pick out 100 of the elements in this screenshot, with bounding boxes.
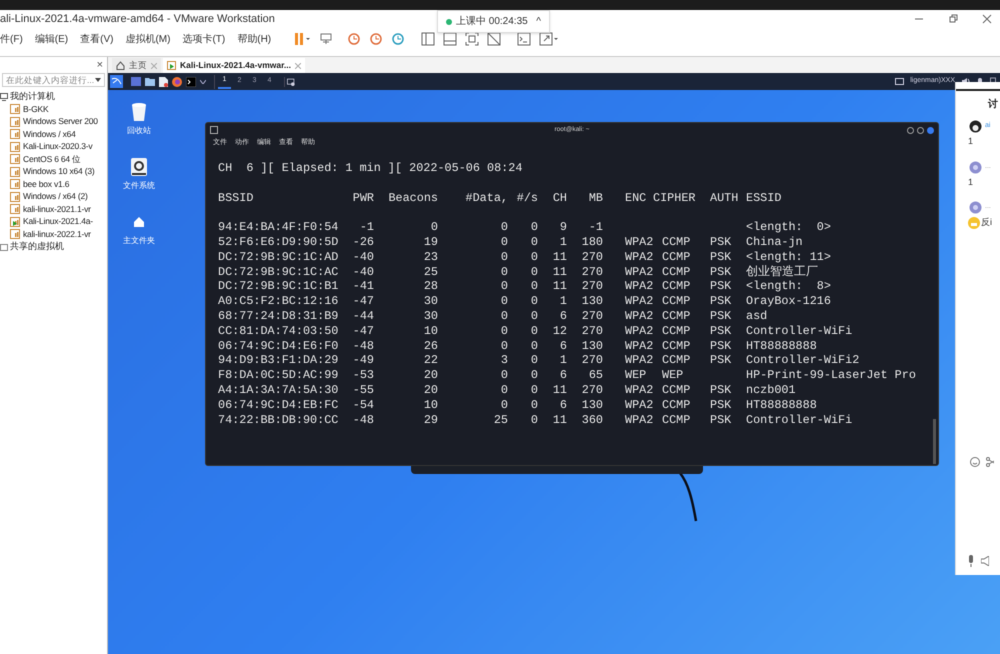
vm-item[interactable]: Windows / x64 <box>23 128 76 141</box>
table-cell-text: 270 <box>580 308 603 324</box>
vm-item[interactable]: kali-linux-2022.1-vr <box>23 228 91 241</box>
microphone-icon[interactable] <box>967 555 975 567</box>
table-cell-text: DC:72:9B:9C:1C:B1 <box>218 279 340 294</box>
terminal-icon[interactable] <box>186 76 196 86</box>
table-cell-text: -41 <box>352 279 374 294</box>
table-cell-text: PSK <box>710 294 732 309</box>
browser-icon[interactable] <box>172 76 182 86</box>
table-cell-text: A0:C5:F2:BC:12:16 <box>218 294 340 309</box>
vm-item[interactable]: Windows Server 200 <box>23 115 98 128</box>
desktop-icon-label[interactable]: 主文件夹 <box>123 235 155 247</box>
column-header: Beacons <box>387 190 438 206</box>
table-cell-text: -49 <box>352 353 374 368</box>
vm-item[interactable]: kali-linux-2021.1-vr <box>23 202 91 216</box>
file-icon[interactable] <box>159 76 168 86</box>
dropdown-caret-icon[interactable] <box>200 80 206 84</box>
maximize-icon[interactable] <box>917 126 924 134</box>
trash-icon[interactable] <box>129 102 149 122</box>
tree-item[interactable]: 我的计算机 <box>10 90 55 104</box>
table-cell-text: 0 <box>500 368 508 383</box>
menu-item[interactable]: 帮助(H) <box>237 32 272 46</box>
table-cell-text: A4:1A:3A:7A:5A:30 <box>218 382 340 398</box>
menu-item[interactable]: 查看(V) <box>80 32 114 46</box>
table-cell-text: 06:74:9C:D4:EB:FC <box>218 398 340 413</box>
vm-item[interactable]: Kali-Linux-2020.3-v <box>23 140 92 154</box>
table-cell-text: -44 <box>352 308 374 324</box>
table-cell-text: -53 <box>352 368 374 383</box>
screenshot-icon[interactable] <box>284 76 295 86</box>
table-cell-text: PSK <box>710 234 732 250</box>
collapse-caret[interactable]: ^ <box>536 14 541 29</box>
table-cell-text: CCMP <box>661 324 692 339</box>
table-cell-text: 30 <box>422 308 438 324</box>
folder-icon[interactable] <box>145 77 155 86</box>
tree-item[interactable]: 共享的虚拟机 <box>10 240 64 254</box>
drive-icon[interactable] <box>129 157 149 177</box>
table-cell: HT88888888 <box>746 338 817 354</box>
scissors-icon[interactable] <box>986 457 994 467</box>
desktop-icon-label[interactable]: 回收站 <box>127 125 151 137</box>
vm-item[interactable]: Windows / x64 (2) <box>23 190 88 204</box>
vm-icon <box>10 129 20 140</box>
table-cell-text: WPA2 <box>624 398 653 413</box>
vm-item[interactable]: Kali-Linux-2021.4a- <box>23 215 93 228</box>
console-view-icon[interactable] <box>443 32 458 46</box>
table-cell-text: 94:D9:B3:F1:DA:29 <box>218 353 340 368</box>
status-line: CH 6 ][ Elapsed: 1 min ][ 2022-05-06 08:24 <box>218 161 524 176</box>
smiley-icon[interactable] <box>970 457 980 467</box>
table-cell: <length: 0> <box>746 220 831 235</box>
close-icon[interactable] <box>927 126 934 134</box>
search-field[interactable]: 在此处键入内容进行... <box>2 73 105 87</box>
table-cell-text: 0 <box>530 234 538 250</box>
restore-icon[interactable] <box>948 14 958 24</box>
table-cell-text: 65 <box>588 368 603 383</box>
fullscreen-icon[interactable] <box>539 32 560 46</box>
table-cell-text: 6 <box>558 338 567 354</box>
minimize-icon[interactable] <box>907 126 914 134</box>
snapshot-icon[interactable] <box>369 32 384 46</box>
snapshot-icon[interactable] <box>391 32 406 46</box>
no-scale-icon[interactable] <box>487 32 502 46</box>
table-cell: 创业智造工厂 <box>746 264 818 280</box>
desktop-icon-label[interactable]: 文件系统 <box>123 180 155 192</box>
menu-item[interactable]: 虚拟机(M) <box>125 32 170 46</box>
sidebar-view-icon[interactable] <box>421 32 436 46</box>
table-cell-text: 270 <box>580 382 603 398</box>
table-cell-text: 6 <box>558 398 567 413</box>
table-cell-text: 1 <box>558 294 567 309</box>
vm-item[interactable]: CentOS 6 64 位 <box>23 152 81 166</box>
kali-menu-icon[interactable] <box>110 75 123 88</box>
table-cell-text: 0 <box>530 220 538 235</box>
table-cell-text: 0 <box>530 264 538 280</box>
vm-item[interactable]: bee box v1.6 <box>23 178 70 191</box>
table-cell-text: 130 <box>580 338 603 354</box>
table-cell-text: CCMP <box>661 264 692 280</box>
tab[interactable]: 主页 <box>112 58 161 73</box>
fit-icon[interactable] <box>465 32 480 46</box>
table-cell-text: 20 <box>422 368 438 383</box>
table-cell-text: CCMP <box>661 279 692 294</box>
window-title: ali-Linux-2021.4a-vmware-amd64 - VMware Workstation <box>0 12 275 27</box>
menu-item[interactable]: 件(F) <box>0 32 23 46</box>
vm-item[interactable]: B-GKK <box>23 102 48 116</box>
table-cell-text: 0 <box>530 338 538 354</box>
table-cell-text: WPA2 <box>624 338 653 354</box>
menu-item[interactable]: 选项卡(T) <box>182 32 226 46</box>
table-cell-text: 0 <box>500 250 508 265</box>
table-cell-text: 0 <box>530 250 538 265</box>
menu-item[interactable]: 编辑(E) <box>34 32 68 46</box>
table-cell-text: -1 <box>588 220 603 235</box>
table-cell-text: 0 <box>500 338 508 354</box>
table-cell-text: CCMP <box>661 250 692 265</box>
table-cell-text: WEP <box>661 368 684 383</box>
tab[interactable]: Kali-Linux-2021.4a-vmwar... <box>163 58 306 73</box>
table-cell-text: 0 <box>500 308 508 324</box>
terminal-icon[interactable] <box>517 32 532 46</box>
close-button[interactable]: × <box>96 56 103 74</box>
vm-item[interactable]: Windows 10 x64 (3) <box>23 165 95 178</box>
column-header: CIPHER <box>653 190 696 206</box>
close-icon[interactable] <box>982 14 992 24</box>
table-cell-text: 0 <box>530 382 538 398</box>
snapshot-icon[interactable] <box>347 32 362 46</box>
table-cell: asd <box>746 308 768 324</box>
